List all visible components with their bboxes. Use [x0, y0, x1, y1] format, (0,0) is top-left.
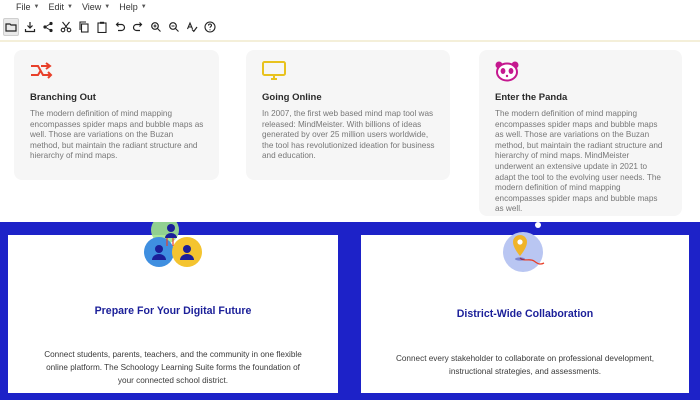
- caret-down-icon: ▼: [33, 4, 40, 10]
- spellcheck-icon[interactable]: [185, 18, 199, 36]
- promo-title: District-Wide Collaboration: [456, 308, 594, 320]
- card-going-online: Going Online In 2007, the first web base…: [246, 50, 450, 180]
- menu-file-label: File: [16, 2, 31, 12]
- open-icon[interactable]: [3, 18, 19, 36]
- caret-down-icon: ▼: [104, 4, 111, 10]
- menu-view[interactable]: View ▼: [82, 2, 110, 12]
- history-section: Branching Out The modern definition of m…: [0, 44, 700, 222]
- panda-icon: [494, 60, 520, 82]
- promo-text: Connect students, parents, teachers, and…: [44, 350, 302, 385]
- caret-down-icon: ▼: [140, 4, 147, 10]
- location-pin-illustration: [493, 222, 553, 278]
- menu-edit-label: Edit: [48, 2, 64, 12]
- promo-banner: Prepare For Your Digital Future Connect …: [0, 216, 700, 400]
- cut-icon[interactable]: [59, 18, 73, 36]
- card-text: The modern definition of mind mapping en…: [30, 109, 204, 161]
- menu-view-label: View: [81, 2, 102, 12]
- promo-text: Connect every stakeholder to collaborate…: [395, 354, 655, 376]
- branch-arrows-icon: [29, 60, 55, 82]
- menu-file[interactable]: File ▼: [16, 2, 39, 12]
- zoom-in-icon[interactable]: [149, 18, 163, 36]
- download-icon[interactable]: [23, 18, 37, 36]
- undo-icon[interactable]: [113, 18, 127, 36]
- card-title: Enter the Panda: [495, 92, 568, 103]
- caret-down-icon: ▼: [66, 4, 73, 10]
- redo-icon[interactable]: [131, 18, 145, 36]
- card-title: Going Online: [262, 92, 322, 103]
- menu-help[interactable]: Help ▼: [119, 2, 146, 12]
- toolbar: [0, 14, 700, 42]
- menu-bar: File ▼ Edit ▼ View ▼ Help ▼: [0, 0, 700, 14]
- menu-help-label: Help: [119, 2, 138, 12]
- zoom-out-icon[interactable]: [167, 18, 181, 36]
- monitor-icon: [261, 60, 287, 82]
- card-text: In 2007, the first web based mind map to…: [262, 109, 435, 161]
- card-branching-out: Branching Out The modern definition of m…: [14, 50, 219, 180]
- card-title: Branching Out: [30, 92, 96, 103]
- card-text: The modern definition of mind mapping en…: [495, 109, 663, 214]
- share-icon[interactable]: [41, 18, 55, 36]
- menu-edit[interactable]: Edit ▼: [48, 2, 72, 12]
- community-network-illustration: [137, 216, 209, 272]
- help-icon[interactable]: [203, 18, 217, 36]
- card-enter-the-panda: Enter the Panda The modern definition of…: [479, 50, 682, 216]
- promo-title: Prepare For Your Digital Future: [94, 305, 252, 317]
- paste-icon[interactable]: [95, 18, 109, 36]
- copy-icon[interactable]: [77, 18, 91, 36]
